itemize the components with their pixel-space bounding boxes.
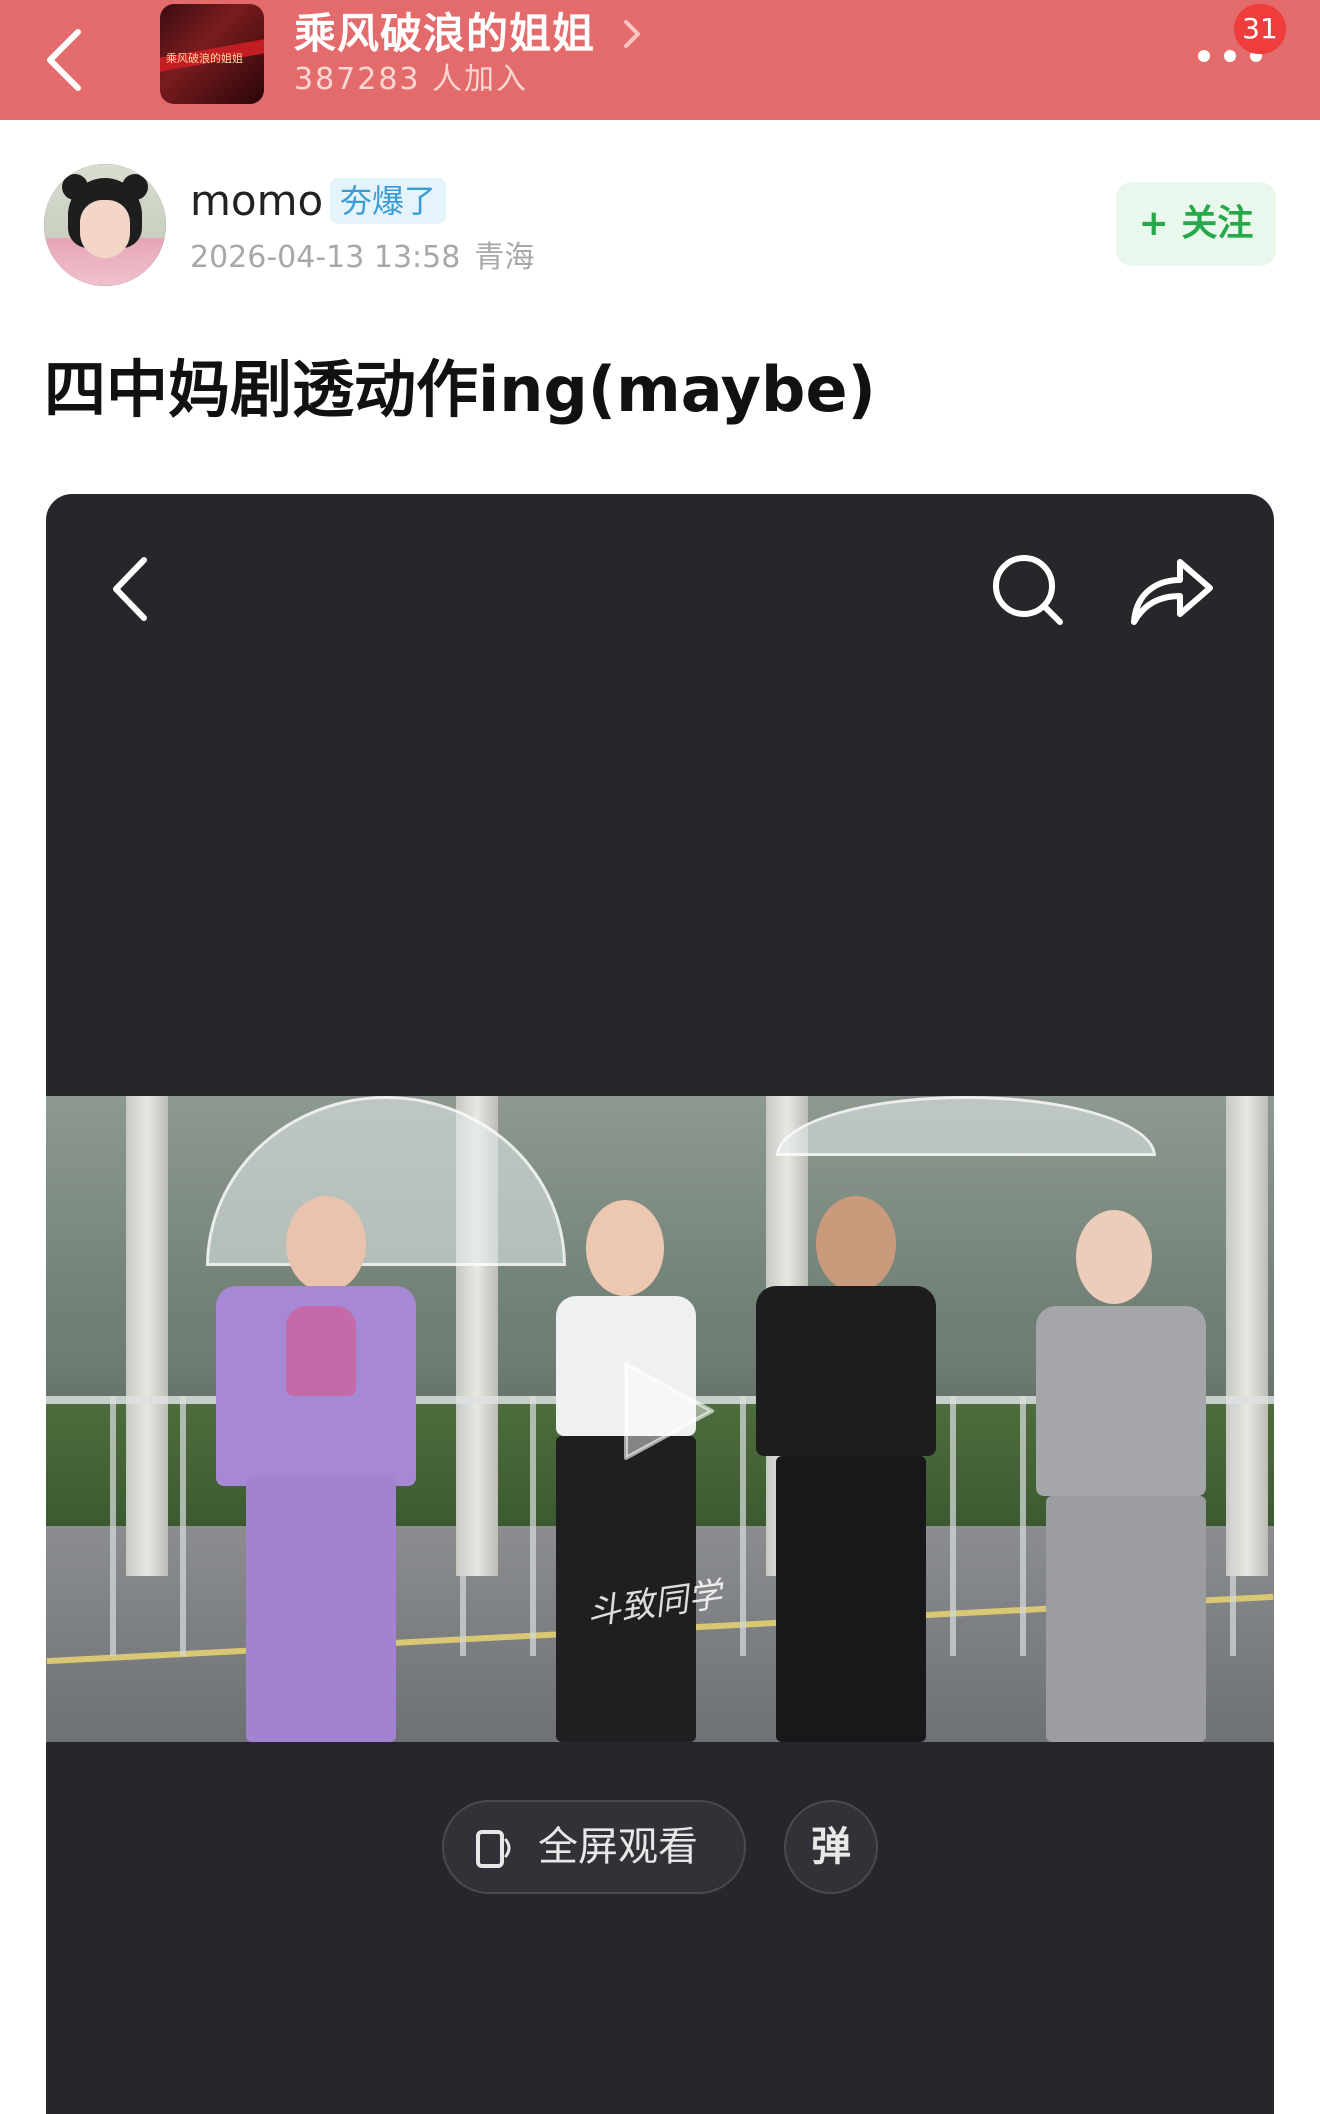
person-top xyxy=(286,1306,356,1396)
video-thumbnail[interactable]: 斗致同学 xyxy=(46,1096,1274,1742)
person-head xyxy=(1076,1210,1152,1304)
group-member-count: 387283 人加入 xyxy=(294,62,529,97)
group-logo[interactable]: 乘风破浪的姐姐 xyxy=(160,4,264,104)
play-icon[interactable] xyxy=(586,1336,736,1486)
author-badge: 夯爆了 xyxy=(330,178,447,224)
person-head xyxy=(816,1196,896,1292)
player-back-button[interactable] xyxy=(106,552,156,626)
person-pants xyxy=(1046,1496,1206,1742)
post-location: 青海 xyxy=(474,240,535,275)
group-title[interactable]: 乘风破浪的姐姐 xyxy=(294,6,595,62)
person-grey-hoodie xyxy=(1006,1196,1226,1742)
follow-button[interactable]: + 关注 xyxy=(1116,182,1276,266)
post-title: 四中妈剧透动作ing(maybe) xyxy=(44,353,876,426)
avatar-face xyxy=(80,200,130,258)
community-header: 乘风破浪的姐姐 乘风破浪的姐姐 387283 人加入 31 xyxy=(0,0,1320,120)
person-pants xyxy=(776,1456,926,1742)
more-dot xyxy=(1224,50,1236,62)
back-button[interactable] xyxy=(40,22,96,98)
logo-text: 乘风破浪的姐姐 xyxy=(166,52,243,65)
danmaku-toggle-button[interactable]: 弹 xyxy=(784,1800,878,1894)
person-purple xyxy=(196,1176,426,1742)
player-share-button[interactable] xyxy=(1126,548,1216,628)
post-meta: 2026-04-13 13:58 青海 xyxy=(190,238,534,278)
back-icon xyxy=(47,29,81,91)
more-dot xyxy=(1198,50,1210,62)
search-icon xyxy=(993,555,1063,625)
player-search-button[interactable] xyxy=(990,552,1066,628)
fullscreen-button[interactable]: 全屏观看 xyxy=(442,1800,746,1894)
person-hoodie xyxy=(1036,1306,1206,1496)
fullscreen-label: 全屏观看 xyxy=(538,1824,698,1870)
post-datetime: 2026-04-13 13:58 xyxy=(190,240,461,275)
person-head xyxy=(286,1196,366,1292)
chevron-right-icon xyxy=(624,20,640,48)
person-jacket xyxy=(756,1286,936,1456)
notification-badge: 31 xyxy=(1234,4,1286,54)
person-black-tracksuit xyxy=(726,1186,946,1742)
author-avatar[interactable] xyxy=(44,164,166,286)
author-name[interactable]: momo xyxy=(190,174,323,228)
fullscreen-icon xyxy=(476,1830,511,1868)
person-pants xyxy=(246,1476,396,1742)
video-player[interactable]: 斗致同学 全屏观看 弹 xyxy=(46,494,1274,2114)
person-head xyxy=(586,1200,664,1296)
back-icon xyxy=(113,557,147,621)
share-icon xyxy=(1131,559,1213,625)
